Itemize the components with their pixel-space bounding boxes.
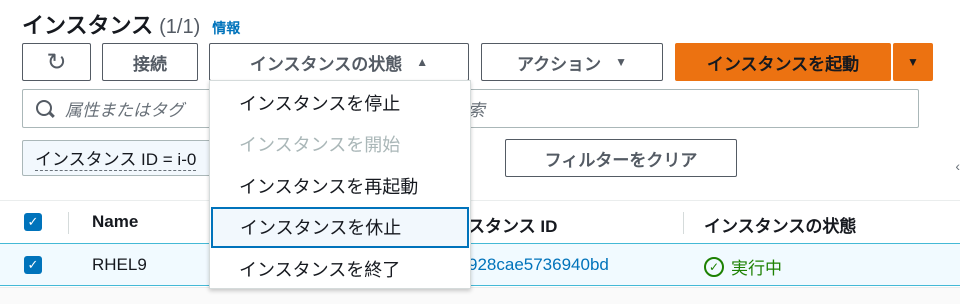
check-circle-icon: ✓ <box>704 256 724 277</box>
instance-state-menu: インスタンスを停止 インスタンスを開始 インスタンスを再起動 インスタンスを休止… <box>209 80 471 289</box>
caret-down-icon: ▼ <box>907 55 919 69</box>
refresh-icon: ↻ <box>46 48 67 76</box>
refresh-button[interactable]: ↻ <box>22 43 91 81</box>
column-divider[interactable] <box>683 212 684 234</box>
actions-label: アクション <box>516 54 602 74</box>
menu-item-terminate[interactable]: インスタンスを終了 <box>210 248 470 290</box>
search-placeholder-left: 属性またはタグ <box>65 101 184 120</box>
search-icon <box>35 99 55 119</box>
column-divider[interactable] <box>68 212 69 234</box>
menu-item-hibernate[interactable]: インスタンスを休止 <box>211 206 469 248</box>
column-header-instance-id[interactable]: スタンス ID <box>468 212 557 237</box>
info-link[interactable]: 情報 <box>212 18 240 38</box>
instance-state-button[interactable]: インスタンスの状態 ▲ <box>209 43 469 81</box>
row-checkbox[interactable]: ✓ <box>24 256 42 274</box>
page-header: インスタンス (1/1) 情報 <box>22 8 240 40</box>
selection-count: (1/1) <box>159 16 201 38</box>
chevron-left-icon[interactable]: ‹ <box>955 158 960 174</box>
row-name: RHEL9 <box>92 255 147 274</box>
page-title: インスタンス <box>22 13 154 38</box>
menu-item-start: インスタンスを開始 <box>239 135 401 156</box>
table-row[interactable]: ✓ RHEL9 928cae5736940bd ✓ 実行中 <box>0 243 960 286</box>
column-header-name[interactable]: Name <box>92 212 138 232</box>
select-all-checkbox[interactable]: ✓ <box>24 213 42 231</box>
launch-instance-button[interactable]: インスタンスを起動 <box>675 43 891 81</box>
filter-chip-label: インスタンス ID = i-0 <box>35 145 197 171</box>
caret-down-icon: ▼ <box>615 55 628 69</box>
table-footer <box>0 287 960 304</box>
launch-options-button[interactable]: ▼ <box>893 43 933 81</box>
status-text: 実行中 <box>731 259 782 278</box>
filter-chip[interactable]: インスタンス ID = i-0 <box>22 140 222 176</box>
caret-up-icon: ▲ <box>416 55 429 69</box>
clear-filters-button[interactable]: フィルターをクリア <box>505 139 737 177</box>
status-badge: ✓ 実行中 <box>704 254 782 279</box>
connect-button[interactable]: 接続 <box>102 43 198 81</box>
table-header: ✓ Name スタンス ID インスタンスの状態 <box>0 200 960 243</box>
actions-button[interactable]: アクション ▼ <box>481 43 663 81</box>
instance-state-label: インスタンスの状態 <box>249 54 403 74</box>
menu-item-reboot[interactable]: インスタンスを再起動 <box>210 165 470 207</box>
row-instance-id-link[interactable]: 928cae5736940bd <box>468 255 609 275</box>
column-header-instance-state[interactable]: インスタンスの状態 <box>704 212 856 237</box>
menu-item-stop[interactable]: インスタンスを停止 <box>210 82 470 124</box>
